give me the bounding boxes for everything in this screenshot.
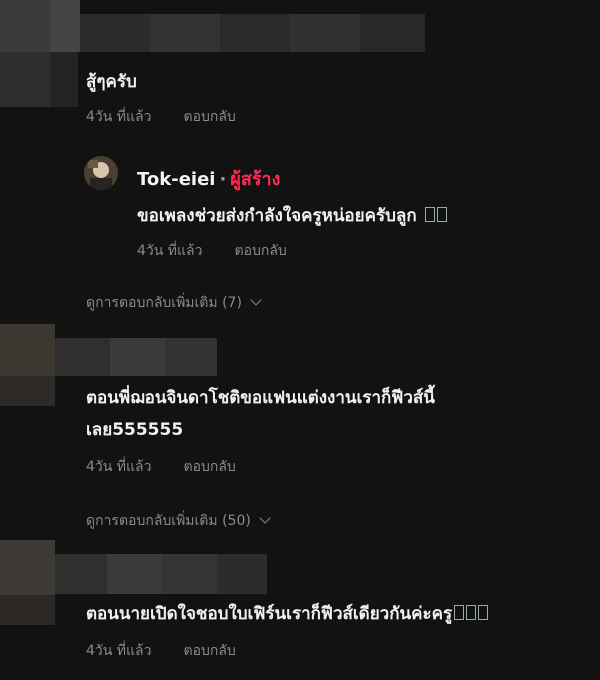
reply-time: 4วัน ที่แล้ว bbox=[137, 243, 203, 259]
blurred-avatar-2 bbox=[0, 324, 220, 379]
creator-badge: ผู้สร้าง bbox=[230, 169, 281, 190]
comment-text-content: ตอนนายเปิดใจชอบใบเฟิร์นเราก็ฟีวส์เดียวกั… bbox=[86, 604, 453, 624]
reply-button[interactable]: ตอบกลับ bbox=[183, 109, 235, 125]
view-more-replies[interactable]: ดูการตอบกลับเพิ่มเติม (50) bbox=[86, 510, 271, 532]
reply-text-content: ขอเพลงช่วยส่งกำลังใจครูหน่อยครับลูก bbox=[137, 206, 417, 226]
comment-time: 4วัน ที่แล้ว bbox=[86, 459, 152, 475]
comment-text: สู้ๆครับ bbox=[86, 72, 137, 92]
comment-text-line2: เลย555555 bbox=[86, 420, 184, 440]
view-more-label[interactable]: ดูการตอบกลับเพิ่มเติม (7) bbox=[86, 295, 242, 311]
comment-time: 4วัน ที่แล้ว bbox=[86, 643, 152, 659]
comment-meta: 4วัน ที่แล้ว ตอบกลับ bbox=[86, 106, 236, 128]
reply-meta: 4วัน ที่แล้ว ตอบกลับ bbox=[137, 240, 287, 262]
emoji-glyph bbox=[478, 605, 489, 620]
comment-meta: 4วัน ที่แล้ว ตอบกลับ bbox=[86, 640, 236, 662]
reply-button[interactable]: ตอบกลับ bbox=[183, 459, 235, 475]
blurred-avatar-1 bbox=[0, 52, 78, 107]
emoji-glyph bbox=[466, 605, 477, 620]
view-more-replies[interactable]: ดูการตอบกลับเพิ่มเติม (7) bbox=[86, 292, 262, 314]
blurred-avatar-2b bbox=[0, 376, 78, 406]
reply-text: ขอเพลงช่วยส่งกำลังใจครูหน่อยครับลูก bbox=[137, 202, 447, 229]
chevron-down-icon bbox=[250, 294, 262, 306]
blurred-avatar-3 bbox=[0, 540, 270, 595]
emoji-glyph bbox=[454, 605, 465, 620]
comment-meta: 4วัน ที่แล้ว ตอบกลับ bbox=[86, 456, 236, 478]
view-more-label[interactable]: ดูการตอบกลับเพิ่มเติม (50) bbox=[86, 513, 251, 529]
chevron-down-icon bbox=[259, 512, 271, 524]
emoji-glyph bbox=[424, 207, 435, 222]
reply-button[interactable]: ตอบกลับ bbox=[234, 243, 286, 259]
reply-button[interactable]: ตอบกลับ bbox=[183, 643, 235, 659]
comment-time: 4วัน ที่แล้ว bbox=[86, 109, 152, 125]
author-name[interactable]: Tok-eiei bbox=[137, 169, 215, 190]
blurred-username-1 bbox=[0, 0, 430, 55]
emoji-glyph bbox=[436, 207, 447, 222]
blurred-avatar-3b bbox=[0, 595, 78, 625]
avatar[interactable] bbox=[84, 156, 118, 190]
separator-dot: · bbox=[219, 169, 227, 190]
comment-text: ตอนนายเปิดใจชอบใบเฟิร์นเราก็ฟีวส์เดียวกั… bbox=[86, 600, 489, 627]
comment-text-line1: ตอนพี่ฌอนจินดาโชติขอแฟนแต่งงานเราก็ฟีวส์… bbox=[86, 388, 435, 408]
reply-author[interactable]: Tok-eiei · ผู้สร้าง bbox=[137, 164, 280, 193]
